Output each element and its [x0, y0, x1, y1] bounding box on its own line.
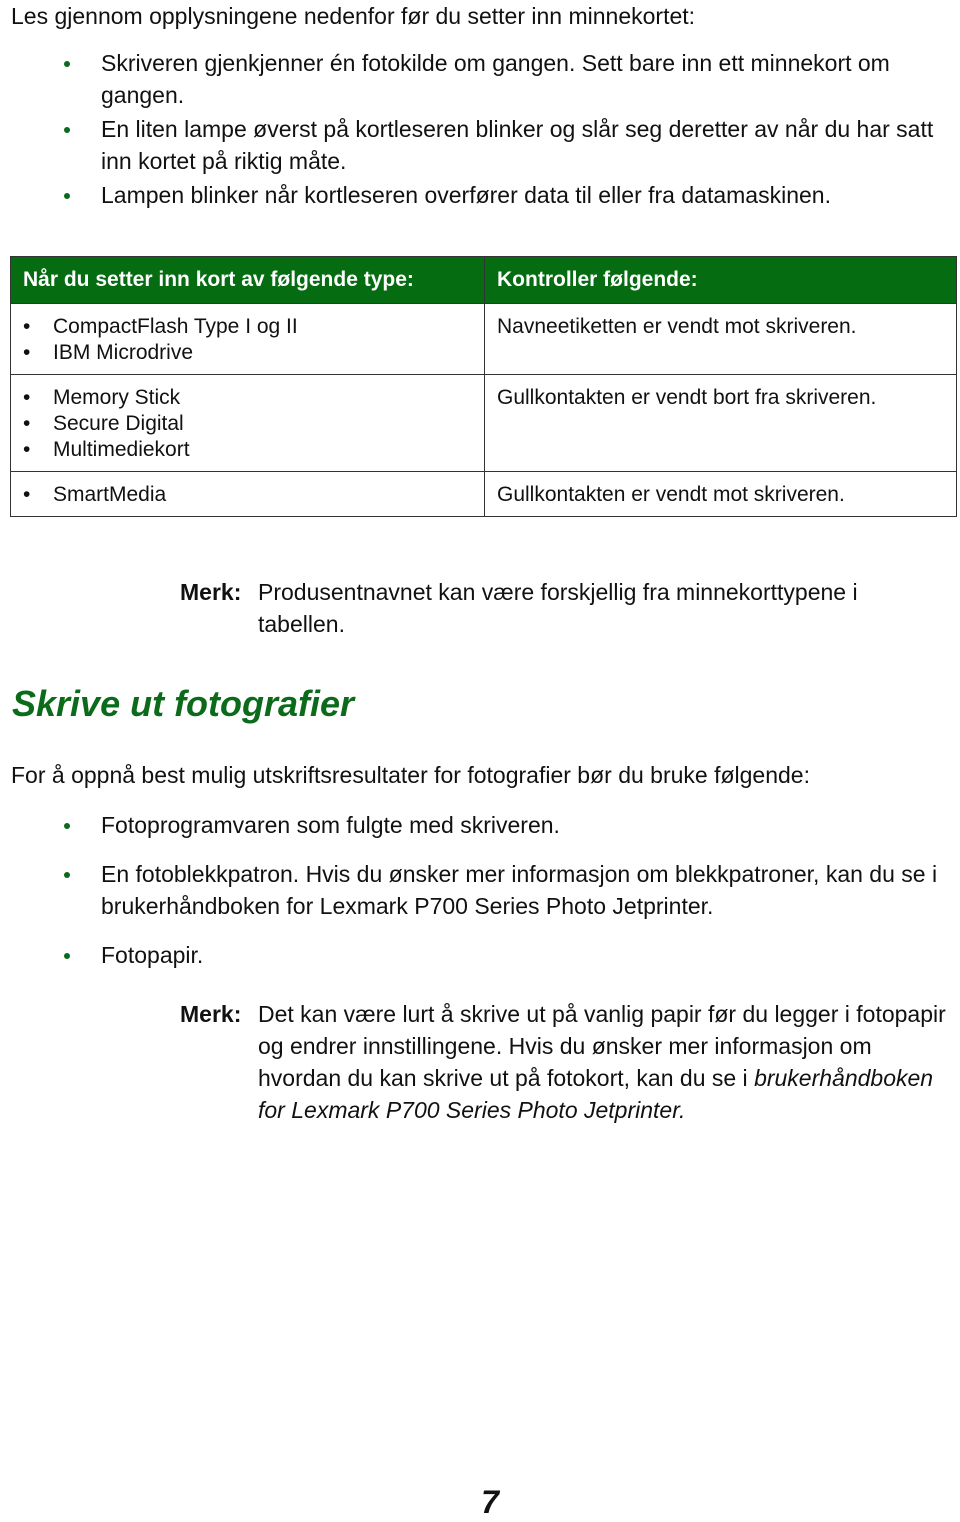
card-type: Multimediekort: [23, 437, 472, 463]
bullet-icon: [64, 127, 70, 133]
bullet-icon: [64, 953, 70, 959]
bullet-icon: [64, 61, 70, 67]
note-manufacturer-names: Merk: Produsentnavnet kan være forskjell…: [180, 576, 950, 640]
photo-requirements-list: Fotoprogramvaren som fulgte med skrivere…: [0, 809, 960, 988]
note-text: Det kan være lurt å skrive ut på vanlig …: [258, 1001, 946, 1123]
table-row: CompactFlash Type I og II IBM Microdrive…: [10, 303, 957, 375]
bullet-icon: [64, 193, 70, 199]
note-label: Merk:: [180, 579, 242, 605]
list-item: En fotoblekkpatron. Hvis du ønsker mer i…: [0, 858, 960, 922]
check-cell: Gullkontakten er vendt bort fra skrivere…: [484, 374, 957, 472]
intro-bullet-list: Skriveren gjenkjenner én fotokilde om ga…: [0, 47, 960, 213]
section-intro: For å oppnå best mulig utskriftsresultat…: [11, 762, 810, 788]
list-item: Fotoprogramvaren som fulgte med skrivere…: [0, 809, 960, 841]
table-row: Memory Stick Secure Digital Multimedieko…: [10, 374, 957, 472]
table-header-row: Når du setter inn kort av følgende type:…: [10, 256, 957, 304]
page-number: 7: [481, 1484, 499, 1520]
list-item: Skriveren gjenkjenner én fotokilde om ga…: [0, 47, 960, 111]
card-types-cell: Memory Stick Secure Digital Multimedieko…: [10, 374, 485, 472]
card-type: IBM Microdrive: [23, 340, 472, 366]
check-cell: Gullkontakten er vendt mot skriveren.: [484, 471, 957, 517]
memory-card-table: Når du setter inn kort av følgende type:…: [10, 256, 957, 517]
list-item: Fotopapir.: [0, 939, 960, 971]
list-item: Lampen blinker når kortleseren overfører…: [0, 179, 960, 211]
column-header-check: Kontroller følgende:: [484, 256, 957, 304]
column-header-card-type: Når du setter inn kort av følgende type:: [10, 256, 485, 304]
card-types-cell: CompactFlash Type I og II IBM Microdrive: [10, 303, 485, 375]
bullet-icon: [64, 872, 70, 878]
card-types-cell: SmartMedia: [10, 471, 485, 517]
card-type: Secure Digital: [23, 411, 472, 437]
note-plain-paper: Merk: Det kan være lurt å skrive ut på v…: [180, 998, 950, 1126]
list-item: En liten lampe øverst på kortleseren bli…: [0, 113, 960, 177]
bullet-icon: [64, 823, 70, 829]
note-label: Merk:: [180, 1001, 242, 1027]
card-type: Memory Stick: [23, 385, 472, 411]
card-type: SmartMedia: [23, 482, 472, 508]
check-cell: Navneetiketten er vendt mot skriveren.: [484, 303, 957, 375]
card-type: CompactFlash Type I og II: [23, 314, 472, 340]
table-row: SmartMedia Gullkontakten er vendt mot sk…: [10, 471, 957, 517]
note-text: Produsentnavnet kan være forskjellig fra…: [258, 579, 858, 637]
section-heading: Skrive ut fotografier: [12, 683, 355, 724]
intro-text: Les gjennom opplysningene nedenfor før d…: [11, 3, 696, 29]
